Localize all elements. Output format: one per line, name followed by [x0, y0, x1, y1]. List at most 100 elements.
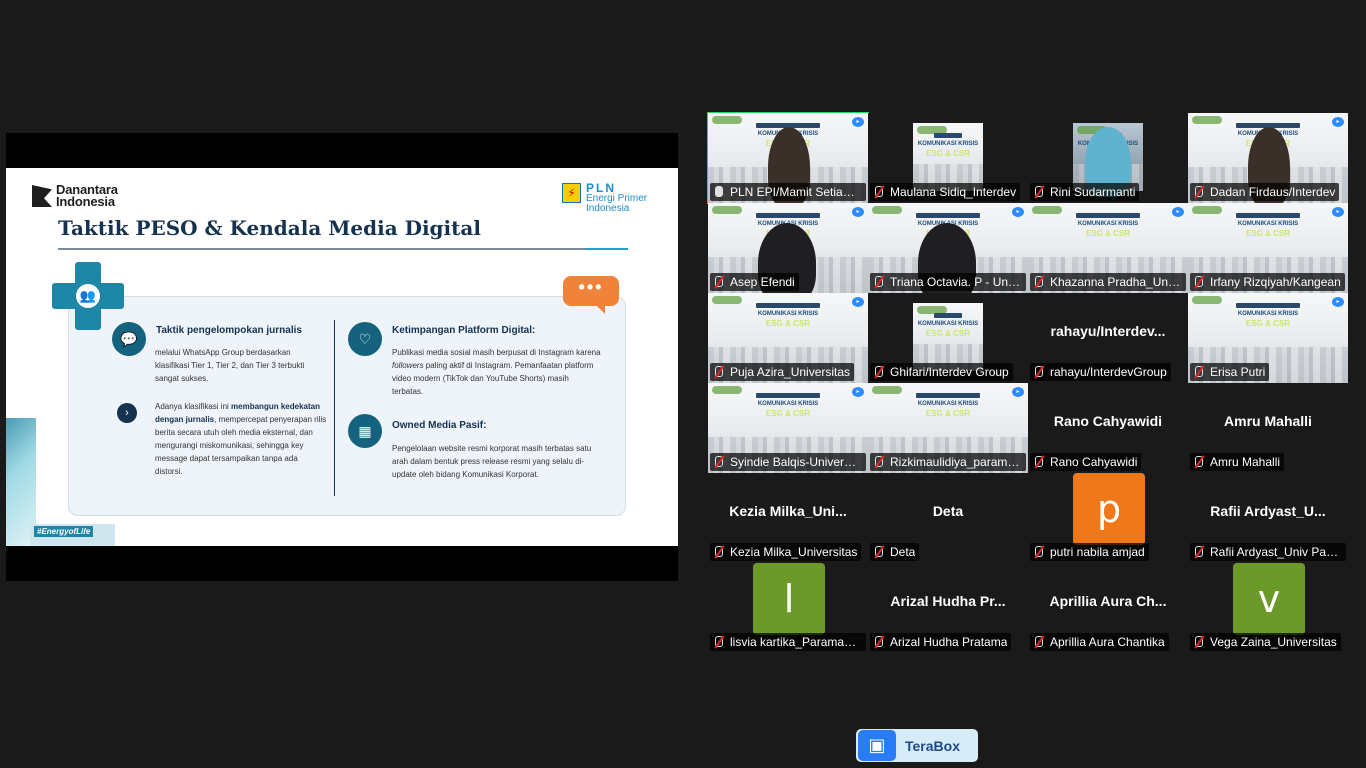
participant-tile[interactable]: Rano Cahyawidi Rano Cahyawidi: [1028, 383, 1188, 473]
participant-tile[interactable]: Kezia Milka_Uni... Kezia Milka_Universita…: [708, 473, 868, 563]
participant-tile[interactable]: KOMUNIKASI KRISIS ESG & CSR ▸ Khazanna Prad…: [1028, 203, 1188, 293]
section2-text-c: , mempercepat penyerapan rilis berita se…: [155, 415, 327, 476]
video-caption-line2: ESG & CSR: [765, 319, 810, 328]
participant-name: Deta: [890, 545, 916, 559]
microphone-muted-icon: [1032, 275, 1044, 289]
video-caption-line1: KOMUNIKASI KRISIS: [917, 321, 979, 327]
participant-name: Kezia Milka_Universitas: [730, 545, 858, 559]
terabox-button[interactable]: ▣ TeraBox: [856, 729, 978, 762]
participant-name-label: Ghifari/Interdev Group: [870, 363, 1013, 381]
danantara-logo-line2: Indonesia: [56, 194, 115, 209]
pln-lightning-icon: ⚡: [562, 183, 581, 203]
video-caption-line1: KOMUNIKASI KRISIS: [757, 401, 819, 407]
content-card: [68, 296, 626, 516]
participant-tile[interactable]: v Vega Zaina_Universitas: [1188, 563, 1348, 653]
video-camera-icon: ▸: [1332, 297, 1344, 307]
section3-heading: Ketimpangan Platform Digital:: [392, 325, 536, 336]
participant-display-name: Amru Mahalli: [1224, 413, 1312, 429]
participant-display-name: Kezia Milka_Uni...: [729, 503, 847, 519]
participant-tile[interactable]: KOMUNIKASI KRISIS ESG & CSR ▸ Rizkimaulidiy…: [868, 383, 1028, 473]
participant-tile[interactable]: KOMUNIKASI KRISISESG & CSR▸PLN EPI/Mamit…: [707, 112, 869, 204]
participant-name-label: Rizkimaulidiya_paramadina: [870, 453, 1026, 471]
video-caption-line2: ESG & CSR: [1245, 229, 1290, 238]
participant-avatar: v: [1233, 563, 1305, 635]
participant-name-label: rahayu/InterdevGroup: [1030, 363, 1171, 381]
participant-tile[interactable]: p putri nabila amjad: [1028, 473, 1188, 563]
participant-name-label: PLN EPI/Mamit Setiawan: [710, 183, 866, 201]
website-icon: ▦: [348, 414, 382, 448]
video-caption-line2: ESG & CSR: [925, 409, 970, 418]
video-camera-icon: ▸: [852, 117, 864, 127]
video-caption-line2: ESG & CSR: [1085, 229, 1130, 238]
participant-name-label: Irfany Rizqiyah/Kangean: [1190, 273, 1345, 291]
participant-tile[interactable]: rahayu/Interdev... rahayu/InterdevGroup: [1028, 293, 1188, 383]
participant-tile[interactable]: KOMUNIKASI KRISISESG & CSR▸Dadan Firdaus…: [1188, 113, 1348, 203]
participant-tile[interactable]: KOMUNIKASI KRISIS ESG & CSR ▸ Irfany Rizqiy…: [1188, 203, 1348, 293]
video-caption-line1: KOMUNIKASI KRISIS: [1077, 221, 1139, 227]
terabox-icon: ▣: [858, 730, 896, 761]
participant-display-name: Deta: [932, 503, 964, 519]
microphone-muted-icon: [1032, 365, 1044, 379]
participant-video: KOMUNIKASI KRISIS ESG & CSR: [913, 303, 983, 371]
microphone-muted-icon: [1192, 275, 1204, 289]
participant-display-name: Aprillia Aura Ch...: [1049, 593, 1167, 609]
section1-body: melalui WhatsApp Group berdasarkan klasi…: [155, 348, 305, 383]
participant-name: Irfany Rizqiyah/Kangean: [1210, 275, 1341, 289]
participant-tile[interactable]: l lisvia kartika_Paramadina: [708, 563, 868, 653]
participant-name-label: Rano Cahyawidi: [1030, 453, 1142, 471]
microphone-muted-icon: [872, 185, 884, 199]
participant-name: Vega Zaina_Universitas: [1210, 635, 1337, 649]
medical-cross-decoration: 👥: [52, 262, 124, 330]
shared-screen[interactable]: Danantara Indonesia ⚡ PLN Energi Primer …: [6, 133, 678, 581]
participant-tile[interactable]: KOMUNIKASI KRISIS ESG & CSR ▸ Puja Azira_Un…: [708, 293, 868, 383]
video-camera-icon: ▸: [1012, 387, 1024, 397]
participant-tile[interactable]: KOMUNIKASI KRISIS ESG & CSR ▸ Syindie Balqi…: [708, 383, 868, 473]
microphone-muted-icon: [1032, 185, 1044, 199]
section2-text-a: Adanya klasifikasi ini: [155, 402, 232, 411]
video-camera-icon: ▸: [852, 387, 864, 397]
participant-name: Arizal Hudha Pratama: [890, 635, 1008, 649]
microphone-muted-icon: [712, 365, 724, 379]
participant-avatar: l: [753, 563, 825, 635]
participant-display-name: Rano Cahyawidi: [1053, 413, 1163, 429]
participant-name: Maulana Sidiq_Interdev: [890, 185, 1017, 199]
participant-video: KOMUNIKASI KRISIS ESG & CSR: [913, 123, 983, 191]
section2-body: Adanya klasifikasi ini membangun kedekat…: [155, 400, 327, 478]
participant-name: Amru Mahalli: [1210, 455, 1281, 469]
participant-tile[interactable]: KOMUNIKASI KRISISESG & CSR▸Asep Efendi: [708, 203, 868, 293]
participant-name: rahayu/InterdevGroup: [1050, 365, 1167, 379]
microphone-muted-icon: [712, 635, 724, 649]
presentation-slide: Danantara Indonesia ⚡ PLN Energi Primer …: [6, 168, 678, 546]
column-divider: [334, 320, 335, 496]
participant-name: lisvia kartika_Paramadina: [730, 635, 862, 649]
microphone-muted-icon: [1192, 545, 1204, 559]
microphone-muted-icon: [872, 635, 884, 649]
video-camera-icon: ▸: [1332, 207, 1344, 217]
participant-name-label: Deta: [870, 543, 920, 561]
participant-tile[interactable]: KOMUNIKASI KRISIS ESG & CSR Ghifari/Interd…: [868, 293, 1028, 383]
participant-tile[interactable]: Rafii Ardyast_U... Rafii Ardyast_Univ Par…: [1188, 473, 1348, 563]
participant-tile[interactable]: Amru Mahalli Amru Mahalli: [1188, 383, 1348, 473]
video-caption-line1: KOMUNIKASI KRISIS: [757, 311, 819, 317]
microphone-muted-icon: [712, 455, 724, 469]
participant-name-label: Kezia Milka_Universitas: [710, 543, 862, 561]
participant-tile[interactable]: KOMUNIKASI KRISISESG & CSR▸Triana Octavi…: [868, 203, 1028, 293]
meeting-window: Danantara Indonesia ⚡ PLN Energi Primer …: [0, 0, 1366, 768]
video-caption-line1: KOMUNIKASI KRISIS: [917, 141, 979, 147]
section1-heading: Taktik pengelompokan jurnalis: [156, 325, 302, 336]
participant-tile[interactable]: KOMUNIKASI KRISIS ESG & CSR ▸ Erisa Putri: [1188, 293, 1348, 383]
microphone-muted-icon: [1032, 455, 1044, 469]
danantara-logo: Danantara Indonesia: [32, 183, 118, 209]
microphone-muted-icon: [872, 455, 884, 469]
participant-tile[interactable]: KOMUNIKASI KRISISESG & CSRRini Sudarmant…: [1028, 113, 1188, 203]
participant-tile[interactable]: Aprillia Aura Ch... Aprillia Aura Chantik…: [1028, 563, 1188, 653]
participant-display-name: rahayu/Interdev...: [1050, 323, 1166, 339]
title-rule: [58, 248, 586, 250]
participant-tile[interactable]: Deta Deta: [868, 473, 1028, 563]
microphone-muted-icon: [872, 365, 884, 379]
participant-tile[interactable]: Arizal Hudha Pr... Arizal Hudha Pratama: [868, 563, 1028, 653]
participant-tile[interactable]: KOMUNIKASI KRISIS ESG & CSR Maulana Sidiq_…: [868, 113, 1028, 203]
participant-display-name: Arizal Hudha Pr...: [890, 593, 1006, 609]
video-camera-icon: ▸: [1332, 117, 1344, 127]
participant-name: Dadan Firdaus/Interdev: [1210, 185, 1336, 199]
